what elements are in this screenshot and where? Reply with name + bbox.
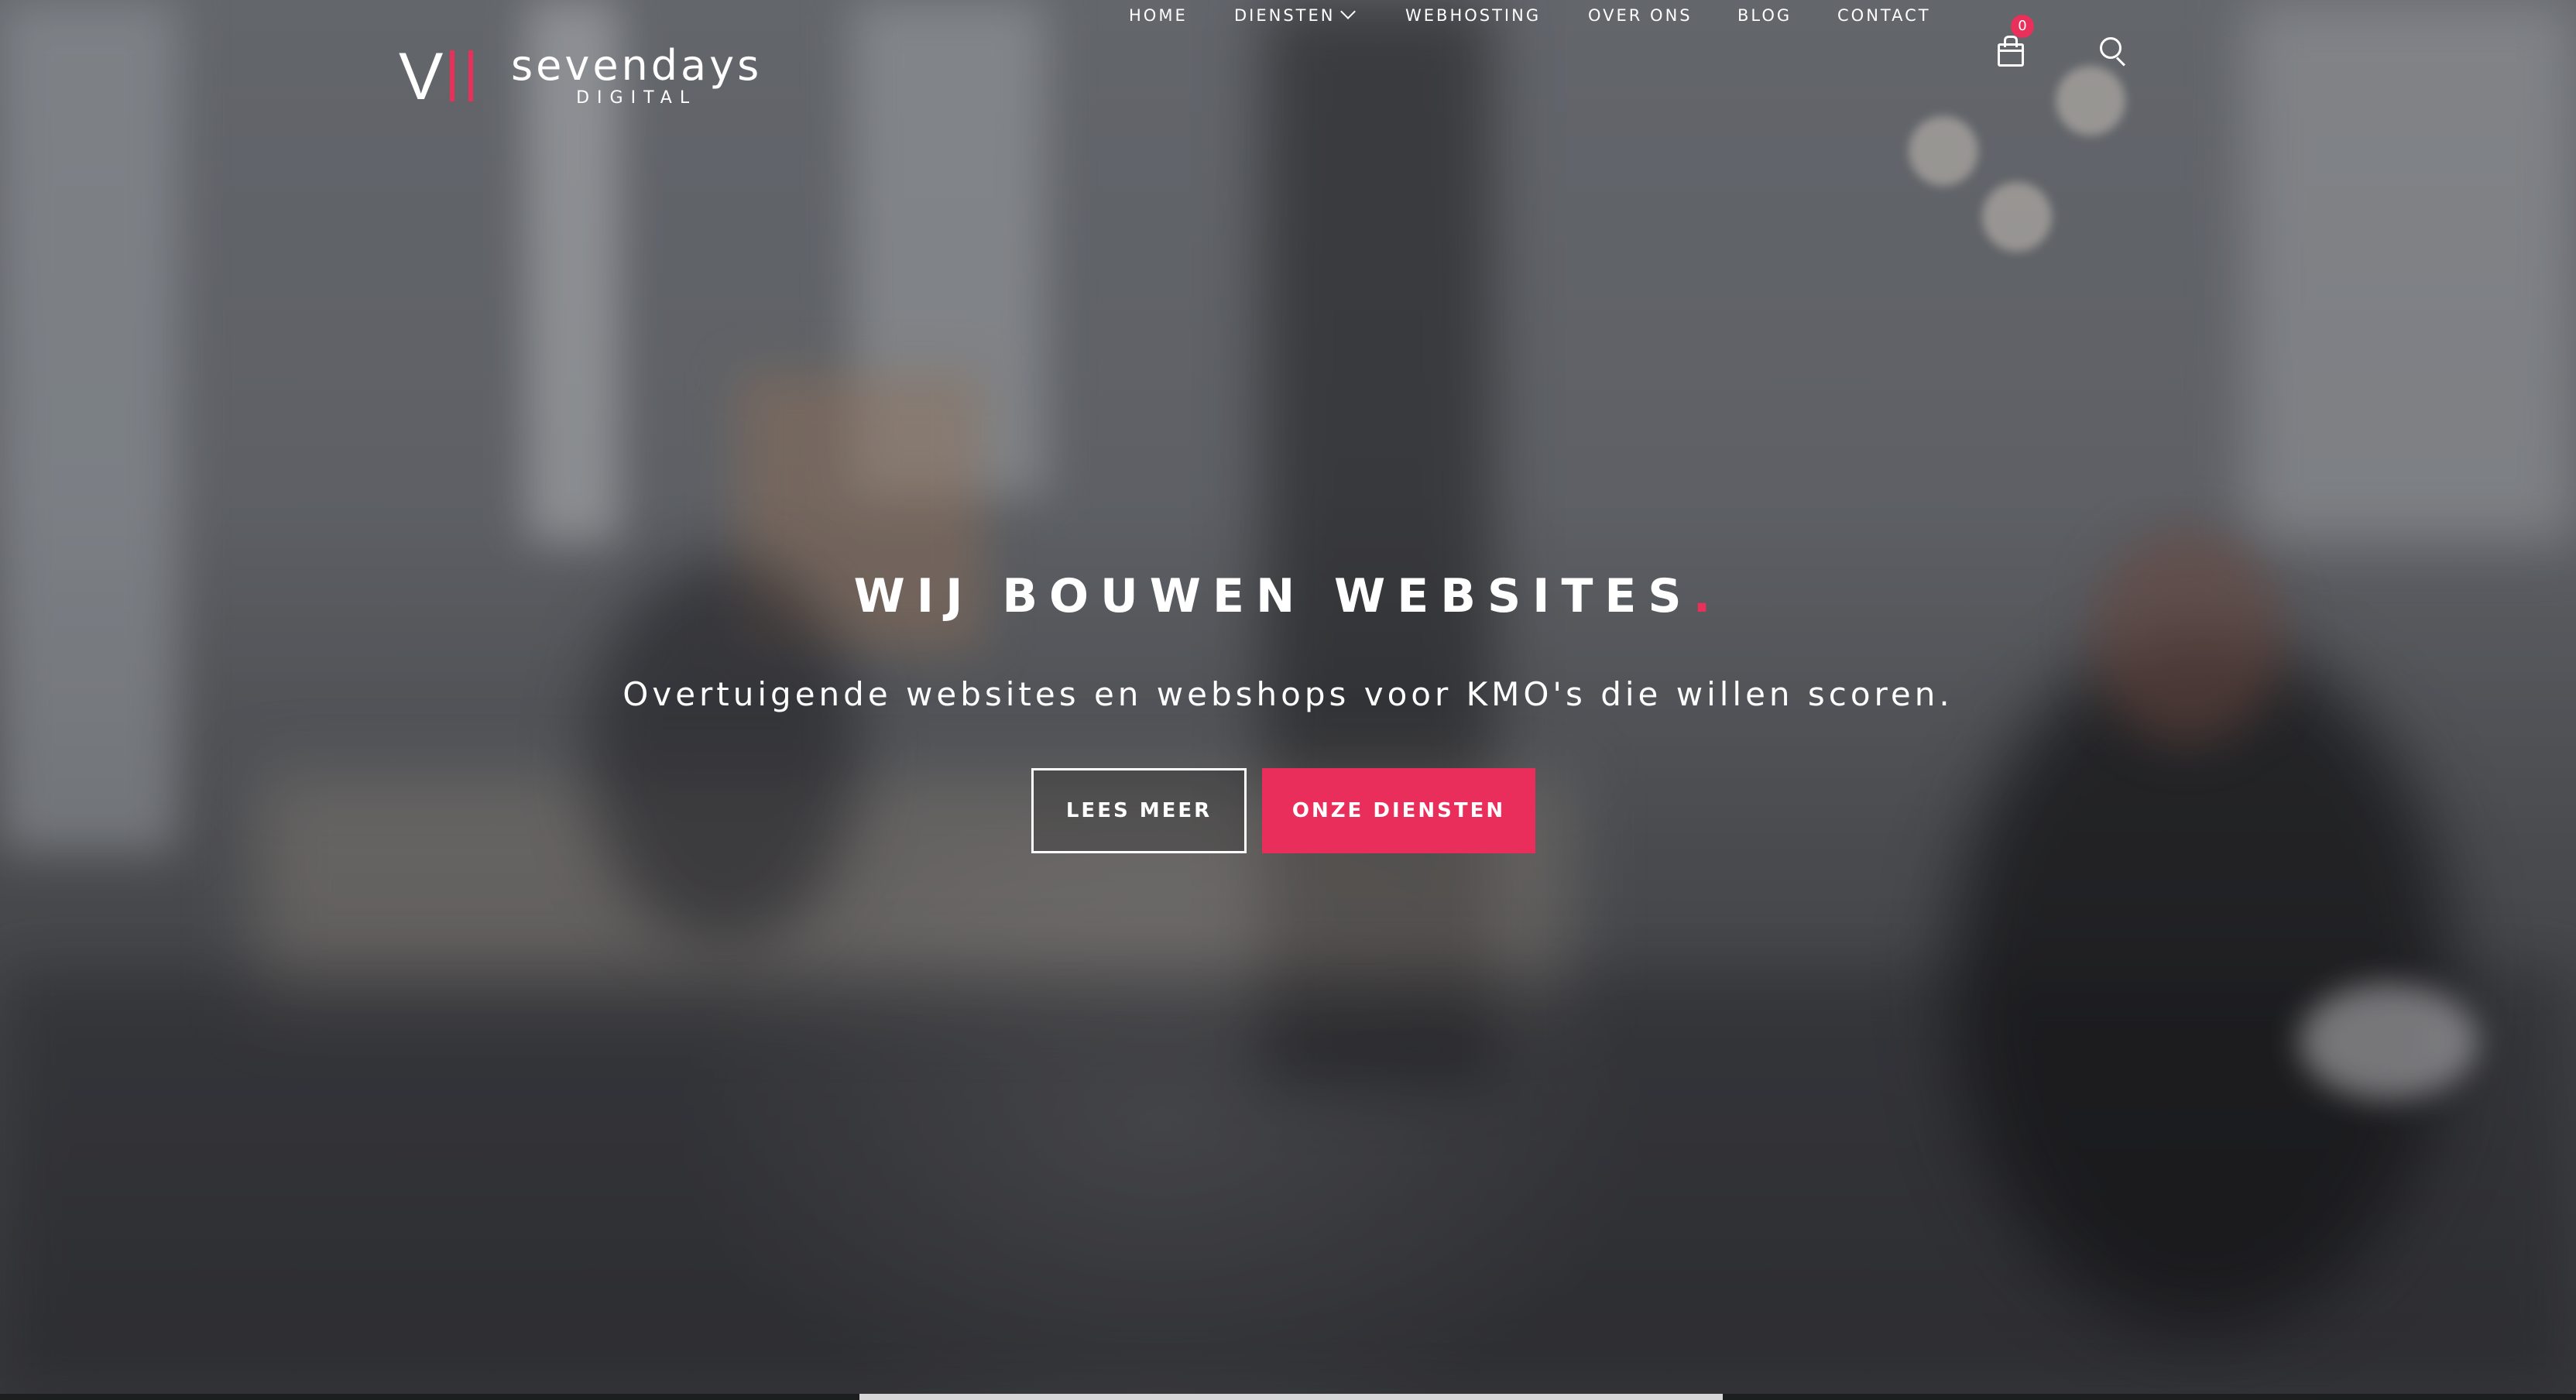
chevron-down-icon	[1340, 4, 1357, 19]
hero-headline-dot: .	[1693, 569, 1723, 623]
nav-item-diensten-label: DIENSTEN	[1234, 6, 1336, 25]
nav-item-home[interactable]: HOME	[1129, 0, 1188, 31]
logo-mark-v: V	[399, 39, 444, 114]
shopping-bag-icon[interactable]	[1995, 34, 2025, 68]
search-icon-lens	[2100, 37, 2122, 59]
nav-item-blog[interactable]: BLOG	[1737, 0, 1792, 31]
shopping-bag-body	[1998, 43, 2024, 67]
logo-tagline: DIGITAL	[576, 88, 698, 108]
lees-meer-button[interactable]: LEES MEER	[1031, 768, 1247, 853]
page-bottom-edge	[0, 1394, 2576, 1400]
nav-item-over-ons[interactable]: OVER ONS	[1588, 0, 1693, 31]
cart-count-badge: 0	[2011, 15, 2034, 38]
hero-headline-text: WIJ BOUWEN WEBSITES	[853, 569, 1693, 623]
nav-item-contact[interactable]: CONTACT	[1837, 0, 1931, 31]
logo-mark-bar-2	[468, 50, 473, 101]
logo-mark: V	[399, 39, 488, 114]
onze-diensten-button[interactable]: ONZE DIENSTEN	[1262, 768, 1535, 853]
logo-mark-bar-1	[450, 50, 454, 101]
hero-headline: WIJ BOUWEN WEBSITES.	[0, 569, 2576, 623]
scroll-indicator-bar	[859, 1394, 1723, 1400]
search-icon-handle	[2115, 57, 2125, 67]
shopping-bag-line	[1998, 50, 2024, 52]
brand-logo[interactable]: V sevendays DIGITAL	[399, 39, 762, 114]
search-icon[interactable]	[2098, 36, 2129, 67]
logo-text: sevendays DIGITAL	[511, 43, 762, 108]
hero-subheadline: Overtuigende websites en webshops voor K…	[623, 675, 1953, 713]
logo-name: sevendays	[511, 41, 763, 90]
nav-item-webhosting[interactable]: WEBHOSTING	[1405, 0, 1541, 31]
nav-item-diensten[interactable]: DIENSTEN	[1234, 0, 1357, 31]
